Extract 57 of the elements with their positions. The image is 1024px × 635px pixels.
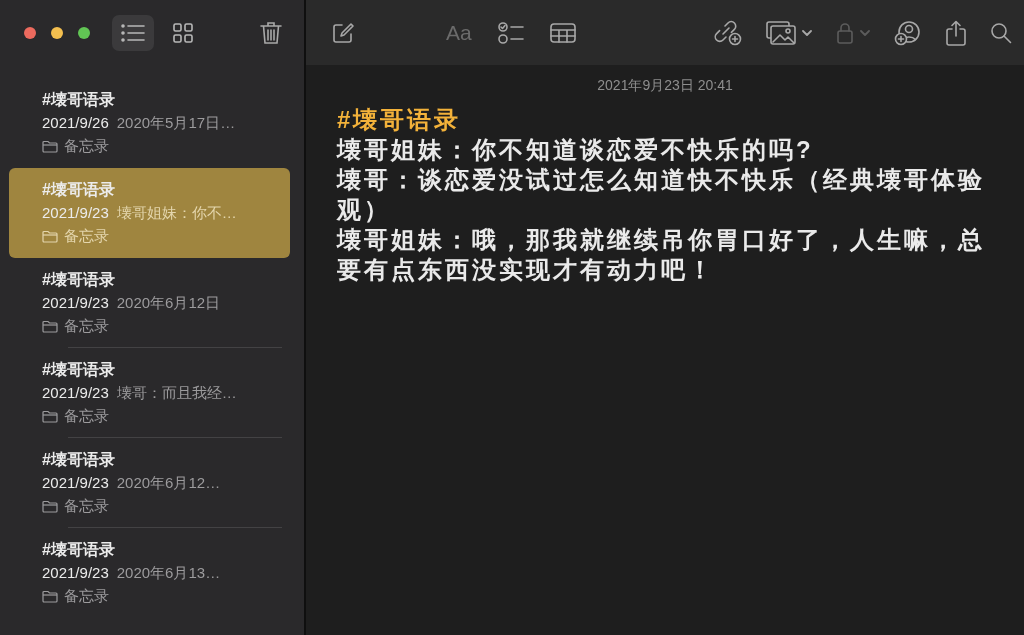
folder-name: 备忘录 [64, 496, 109, 516]
note-snippet: 2020年6月12日 [116, 293, 221, 313]
note-title: #壊哥语录 [42, 540, 116, 560]
note-heading: #壊哥语录 [337, 105, 463, 135]
note-list-item[interactable]: #壊哥语录 2021/9/23 2020年6月12… 备忘录 [9, 438, 290, 528]
person-plus-icon [894, 19, 922, 46]
folder-icon [42, 319, 58, 333]
note-timestamp: 2021年9月23日 20:41 [596, 77, 734, 95]
note-date: 2021/9/23 [42, 383, 109, 403]
note-paragraph: 壊哥姐妹：哦，那我就继续吊你胃口好了，人生嘛，总要有点东西没实现才有动力吧！ [337, 225, 986, 285]
note-list-item[interactable]: #壊哥语录 2021/9/23 2020年6月12日 备忘录 [9, 258, 290, 348]
folder-name: 备忘录 [64, 316, 109, 336]
search-icon [990, 21, 1012, 44]
note-date: 2021/9/26 [42, 113, 109, 133]
compose-icon [332, 21, 354, 44]
note-snippet: 壊哥姐妹：你不… [116, 203, 237, 223]
grid-view-icon [173, 22, 193, 43]
trash-icon[interactable] [260, 20, 282, 45]
note-snippet: 2020年6月12… [116, 473, 221, 493]
link-plus-icon [714, 19, 742, 46]
share-icon [946, 19, 966, 46]
folder-icon [42, 229, 58, 243]
zoom-button[interactable] [78, 26, 90, 39]
folder-icon [42, 409, 58, 423]
note-title: #壊哥语录 [42, 180, 116, 200]
folder-icon [42, 499, 58, 513]
note-title: #壊哥语录 [42, 90, 116, 110]
note-date: 2021/9/23 [42, 203, 109, 223]
folder-name: 备忘录 [64, 136, 109, 156]
list-view-button[interactable] [112, 14, 154, 51]
note-list-item[interactable]: #壊哥语录 2021/9/26 2020年5月17日… 备忘录 [9, 78, 290, 168]
folder-name: 备忘录 [64, 406, 109, 426]
minimize-button[interactable] [51, 26, 63, 39]
photo-icon [766, 20, 796, 45]
note-snippet: 壊哥：而且我经… [116, 383, 237, 403]
note-list-item[interactable]: #壊哥语录 2021/9/23 壊哥：而且我经… 备忘录 [9, 348, 290, 438]
note-date: 2021/9/23 [42, 293, 109, 313]
folder-icon [42, 589, 58, 603]
note-date: 2021/9/23 [42, 473, 109, 493]
note-snippet: 2020年6月13… [116, 563, 221, 583]
note-title: #壊哥语录 [42, 450, 116, 470]
note-paragraph: 壊哥姐妹：你不知道谈恋爱不快乐的吗? [337, 135, 815, 165]
folder-name: 备忘录 [64, 586, 109, 606]
table-icon [549, 22, 576, 43]
list-view-icon [121, 23, 145, 42]
note-title: #壊哥语录 [42, 270, 116, 290]
checklist-icon [497, 21, 524, 44]
note-paragraph: 壊哥：谈恋爱没试过怎么知道快不快乐（经典壊哥体验观） [337, 165, 986, 225]
lock-icon [836, 21, 854, 44]
note-title: #壊哥语录 [42, 360, 116, 380]
close-button[interactable] [24, 26, 36, 39]
note-snippet: 2020年5月17日… [116, 113, 236, 133]
note-editor[interactable]: #壊哥语录 壊哥姐妹：你不知道谈恋爱不快乐的吗? 壊哥：谈恋爱没试过怎么知道快不快乐（经典壊哥体验观） 壊哥姐妹：哦，那我就继续吊你胃口好了，人生嘛，总要有点东西没实现才有动力吧！ [306, 105, 997, 285]
note-date: 2021/9/23 [42, 563, 109, 583]
folder-icon [42, 139, 58, 153]
note-list-item[interactable]: #壊哥语录 2021/9/23 2020年6月13… 备忘录 [9, 528, 290, 618]
folder-name: 备忘录 [64, 226, 109, 246]
